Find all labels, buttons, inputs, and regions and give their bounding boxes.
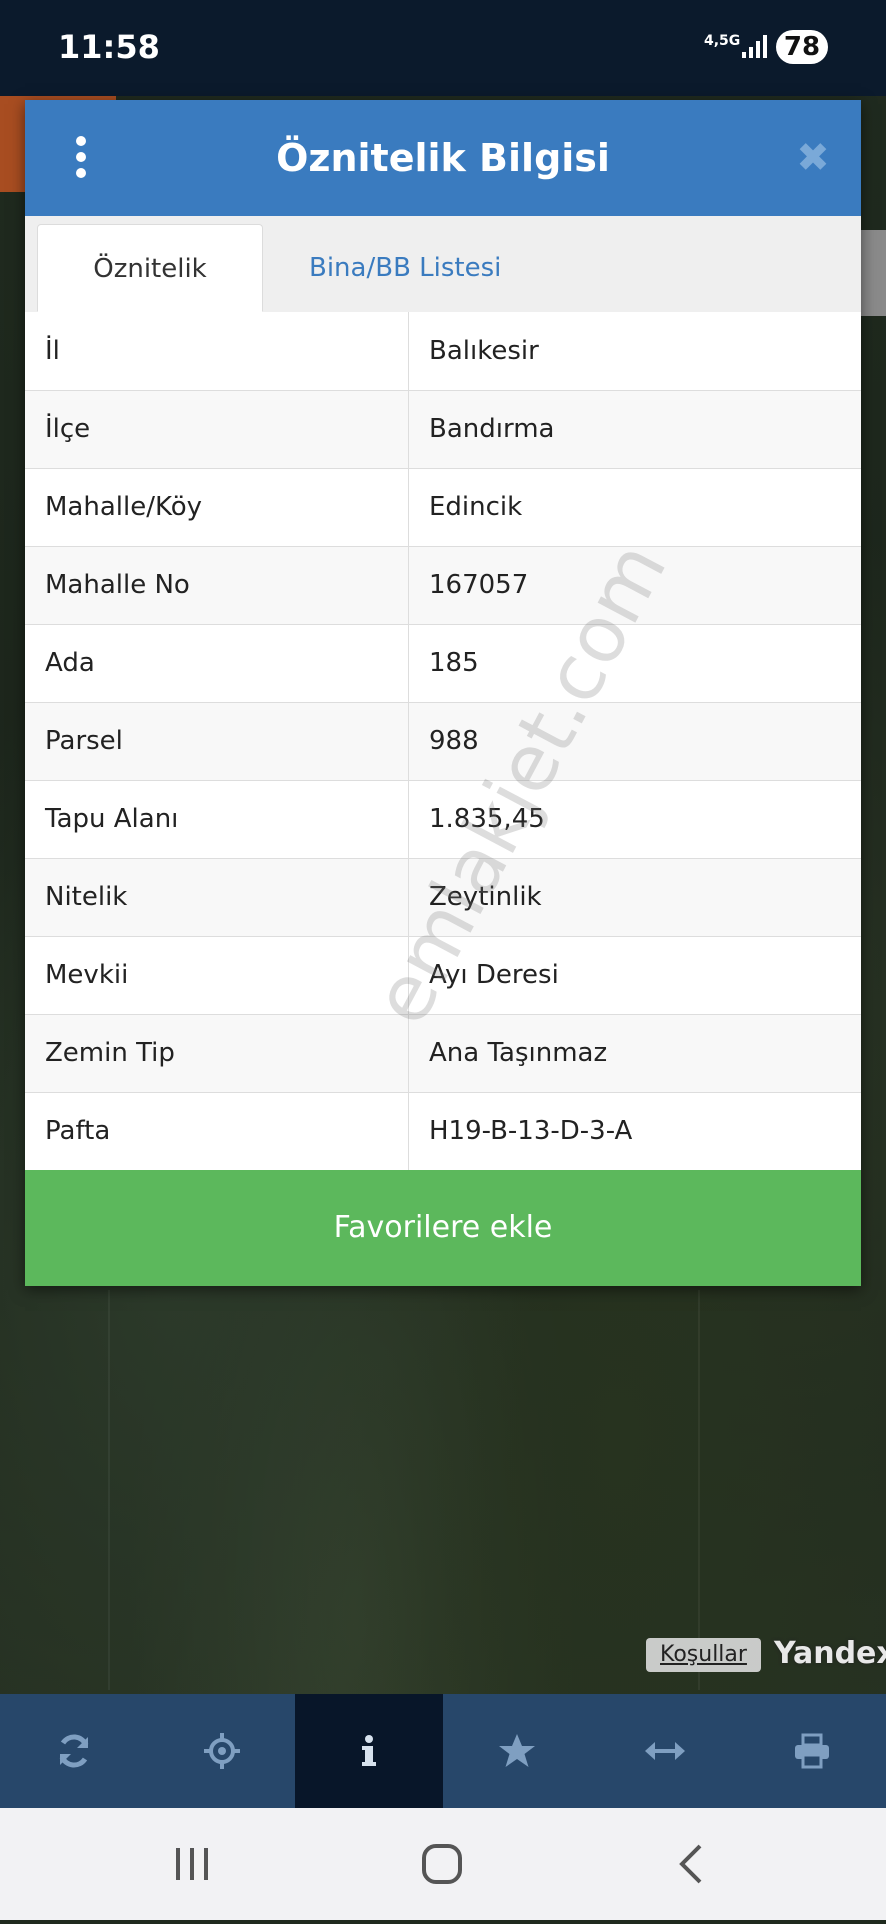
- row-value: 167057: [408, 546, 861, 625]
- row-key: Pafta: [25, 1092, 409, 1171]
- attribute-dialog: Öznitelik Bilgisi ✖ Öznitelik Bilgisi Bi…: [25, 100, 861, 1286]
- table-row: İl Balıkesir: [25, 312, 861, 391]
- battery-indicator: 78: [776, 30, 828, 64]
- row-key: Mahalle No: [25, 546, 409, 625]
- network-type-indicator: 4,5G: [704, 33, 741, 49]
- map-side-control[interactable]: [860, 230, 886, 316]
- row-key: İlçe: [25, 390, 409, 469]
- row-value: Edincik: [408, 468, 861, 547]
- add-favorite-button[interactable]: Favorilere ekle: [25, 1170, 861, 1286]
- table-row: Zemin Tip Ana Taşınmaz: [25, 1014, 861, 1093]
- map-tile-edge: [698, 1290, 700, 1690]
- row-key: Mahalle/Köy: [25, 468, 409, 547]
- status-bar: 11:58 4,5G 78: [0, 0, 886, 96]
- row-value: Zeytinlik: [408, 858, 861, 937]
- table-row: Parsel 988: [25, 702, 861, 781]
- info-button[interactable]: [295, 1694, 444, 1808]
- attribute-table: İl Balıkesir İlçe Bandırma Mahalle/Köy E…: [25, 312, 861, 1171]
- row-value: Bandırma: [408, 390, 861, 469]
- row-value: H19-B-13-D-3-A: [408, 1092, 861, 1171]
- row-key: Tapu Alanı: [25, 780, 409, 859]
- measure-button[interactable]: [591, 1694, 739, 1808]
- row-key: Nitelik: [25, 858, 409, 937]
- close-icon[interactable]: ✖: [787, 132, 839, 184]
- row-value: Ana Taşınmaz: [408, 1014, 861, 1093]
- dialog-title: Öznitelik Bilgisi: [276, 136, 610, 180]
- dialog-header: Öznitelik Bilgisi ✖: [25, 100, 861, 216]
- locate-button[interactable]: [148, 1694, 296, 1808]
- home-button[interactable]: [382, 1808, 502, 1920]
- refresh-button[interactable]: [0, 1694, 148, 1808]
- back-icon: [679, 1844, 702, 1884]
- measure-icon: [644, 1742, 685, 1760]
- bottom-toolbar: [0, 1694, 886, 1808]
- table-row: Pafta H19-B-13-D-3-A: [25, 1092, 861, 1171]
- table-row: Nitelik Zeytinlik: [25, 858, 861, 937]
- info-icon: [362, 1735, 377, 1766]
- row-value: Ayı Deresi: [408, 936, 861, 1015]
- system-nav-bar: [0, 1808, 886, 1920]
- row-key: Zemin Tip: [25, 1014, 409, 1093]
- row-value: 185: [408, 624, 861, 703]
- row-key: Ada: [25, 624, 409, 703]
- print-button[interactable]: [738, 1694, 886, 1808]
- star-icon: [498, 1734, 535, 1767]
- terms-link[interactable]: Koşullar: [646, 1638, 761, 1672]
- table-row: İlçe Bandırma: [25, 390, 861, 469]
- status-time: 11:58: [58, 28, 160, 66]
- row-value: Balıkesir: [408, 312, 861, 391]
- favorites-button[interactable]: [443, 1694, 591, 1808]
- recent-apps-icon: [176, 1848, 208, 1880]
- table-row: Mahalle No 167057: [25, 546, 861, 625]
- map-tile-edge: [108, 1290, 110, 1690]
- row-key: Parsel: [25, 702, 409, 781]
- row-key: Mevkii: [25, 936, 409, 1015]
- locate-icon: [203, 1733, 240, 1769]
- tab-building-list[interactable]: Bina/BB Listesi: [289, 224, 521, 312]
- tab-attribute-info[interactable]: Öznitelik Bilgisi: [37, 224, 263, 372]
- yandex-logo: Yandex: [774, 1636, 886, 1671]
- print-icon: [795, 1733, 830, 1769]
- signal-icon: [742, 35, 767, 58]
- table-row: Tapu Alanı 1.835,45: [25, 780, 861, 859]
- table-row: Mahalle/Köy Edincik: [25, 468, 861, 547]
- row-value: 1.835,45: [408, 780, 861, 859]
- refresh-icon: [59, 1734, 89, 1768]
- table-row: Ada 185: [25, 624, 861, 703]
- table-row: Mevkii Ayı Deresi: [25, 936, 861, 1015]
- tab-bar: Öznitelik Bilgisi Bina/BB Listesi: [25, 216, 861, 372]
- row-key: İl: [25, 312, 409, 391]
- home-icon: [422, 1844, 462, 1884]
- recent-apps-button[interactable]: [132, 1808, 252, 1920]
- back-button[interactable]: [630, 1808, 750, 1920]
- row-value: 988: [408, 702, 861, 781]
